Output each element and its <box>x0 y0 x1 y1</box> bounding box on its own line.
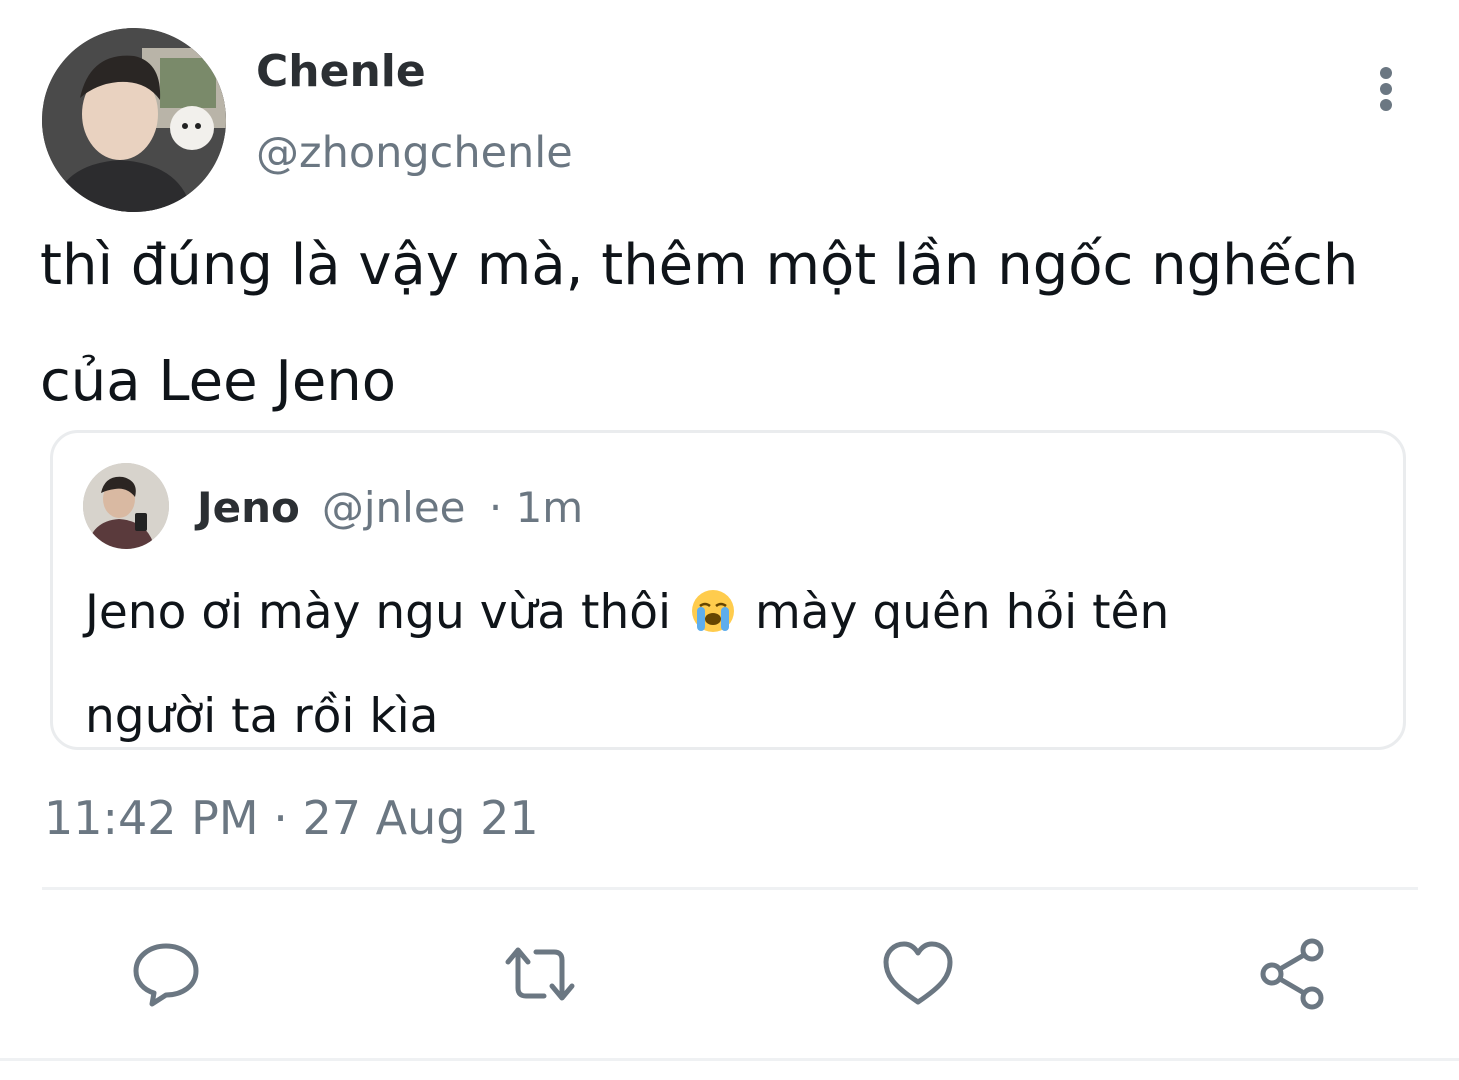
tweet-text: thì đúng là vậy mà, thêm một lần ngốc ng… <box>40 208 1430 440</box>
author-avatar[interactable] <box>42 28 226 212</box>
quoted-author-handle[interactable]: @jnlee <box>322 483 466 532</box>
like-icon <box>883 941 953 1005</box>
quoted-text-before-emoji: Jeno ơi mày ngu vừa thôi <box>85 585 672 640</box>
author-avatar-image <box>42 28 226 212</box>
loudly-crying-face-emoji <box>692 590 735 632</box>
reply-icon <box>133 943 199 1007</box>
quoted-author-display-name[interactable]: Jeno <box>197 483 300 532</box>
divider <box>42 887 1418 890</box>
like-button[interactable] <box>880 936 956 1012</box>
share-icon <box>1260 938 1324 1010</box>
divider <box>0 1058 1459 1061</box>
quoted-text-line: Jeno ơi mày ngu vừa thôi mày quên hỏi tê… <box>85 561 1375 665</box>
tweet-text-line: thì đúng là vậy mà, thêm một lần ngốc ng… <box>40 233 1359 298</box>
quoted-tweet-header: Jeno @jnlee · 1m <box>197 481 583 535</box>
reply-button[interactable] <box>128 936 204 1012</box>
quoted-tweet-text: Jeno ơi mày ngu vừa thôi mày quên hỏi tê… <box>85 561 1375 769</box>
share-button[interactable] <box>1256 936 1332 1012</box>
quoted-tweet-card[interactable]: Jeno @jnlee · 1m Jeno ơi mày ngu vừa thôi… <box>50 430 1406 750</box>
retweet-button[interactable] <box>502 936 578 1012</box>
author-display-name[interactable]: Chenle <box>256 42 426 102</box>
tweet-text-line: của Lee Jeno <box>40 349 397 414</box>
quoted-author-avatar[interactable] <box>83 463 169 549</box>
more-options-button[interactable] <box>1366 60 1406 120</box>
author-handle[interactable]: @zhongchenle <box>256 124 573 182</box>
more-vertical-icon <box>1380 67 1392 111</box>
quoted-text-after-emoji: mày quên hỏi tên <box>754 585 1170 640</box>
quoted-author-avatar-image <box>83 463 169 549</box>
quoted-text-line: người ta rồi kìa <box>85 689 439 744</box>
retweet-icon <box>505 947 575 1001</box>
tweet-timestamp[interactable]: 11:42 PM · 27 Aug 21 <box>44 786 539 850</box>
quoted-tweet-time: · 1m <box>488 483 584 532</box>
